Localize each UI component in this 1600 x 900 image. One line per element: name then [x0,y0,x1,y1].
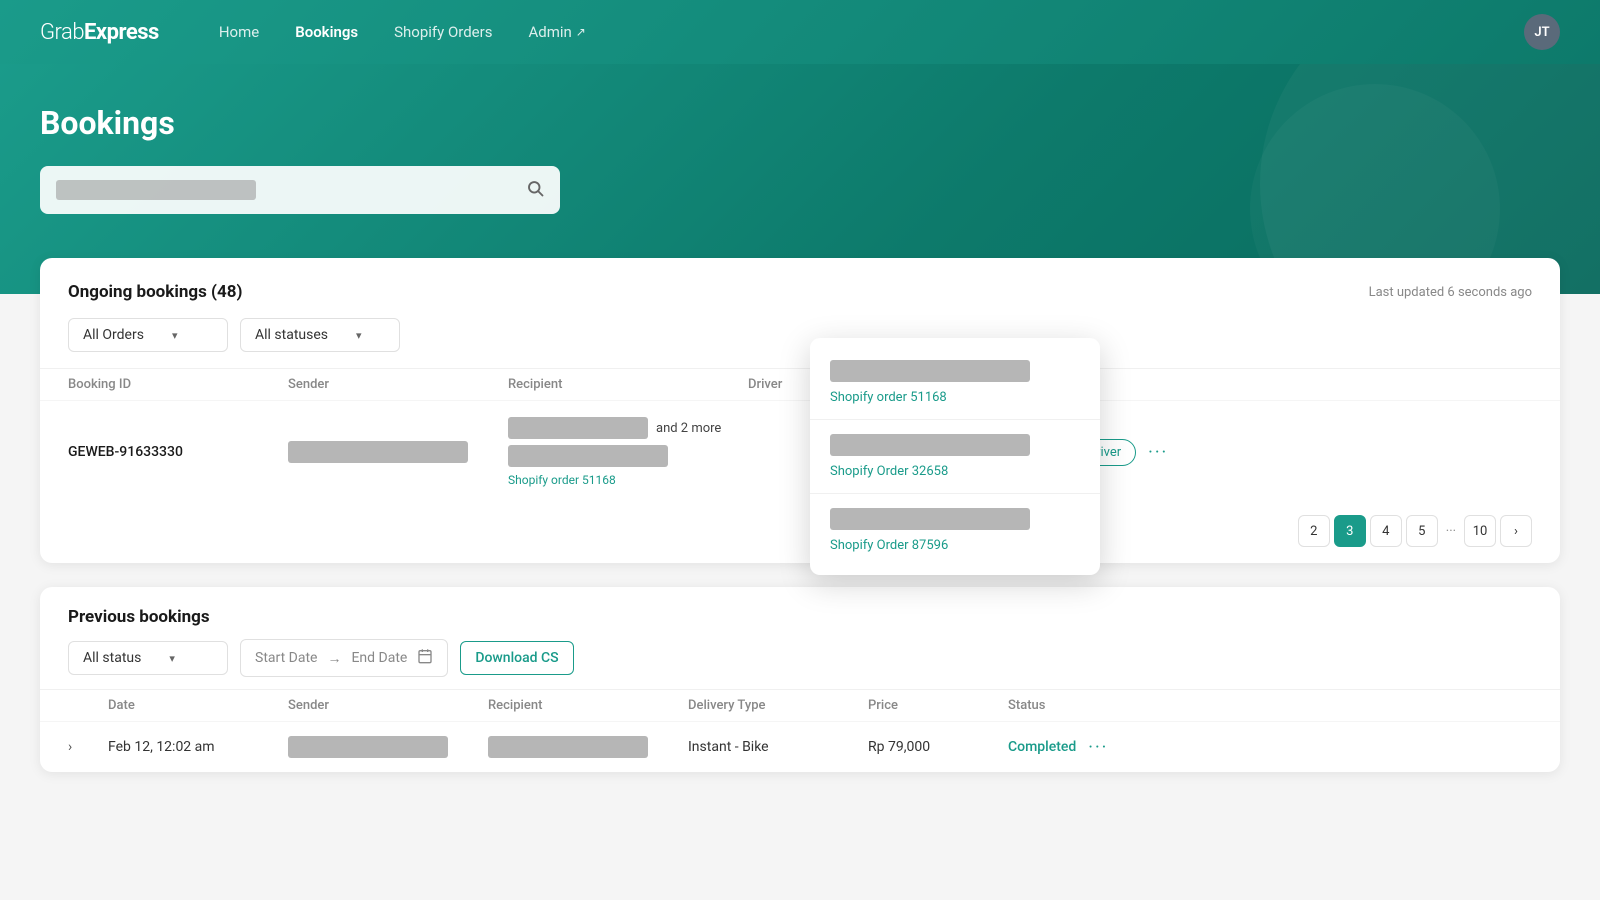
search-input-placeholder [56,180,256,200]
popup-item-2[interactable] [810,424,1100,464]
chevron-down-icon-2: ▾ [356,329,362,342]
end-date-label: End Date [351,650,407,666]
completed-status-badge: Completed [1008,739,1076,755]
popup-item-1-block [830,360,1030,382]
popup-divider-1 [810,419,1100,420]
popup-item-3[interactable] [810,498,1100,538]
all-status-filter[interactable]: All status ▾ [68,641,228,675]
date-range-picker[interactable]: Start Date → End Date [240,639,448,677]
booking-id: GEWEB-91633330 [68,444,288,460]
col-date: Date [108,698,288,713]
recipient-block-1 [508,417,648,439]
chevron-down-icon: ▾ [172,329,178,342]
download-csv-button[interactable]: Download CS [460,641,573,675]
nav-links: Home Bookings Shopify Orders Admin ↗ [219,23,1524,41]
popup-item-3-block [830,508,1030,530]
nav-bookings[interactable]: Bookings [295,23,358,41]
page-2-button[interactable]: 2 [1298,515,1330,547]
page-5-button[interactable]: 5 [1406,515,1438,547]
col-expand [68,698,108,713]
expand-row-button[interactable]: › [68,739,108,755]
col-booking-id: Booking ID [68,377,288,392]
popup-item-1[interactable] [810,350,1100,390]
col-prev-recipient: Recipient [488,698,688,713]
shopify-dropdown-popup: Shopify order 51168 Shopify Order 32658 … [810,338,1100,575]
shopify-order-link[interactable]: Shopify order 51168 [508,473,748,487]
page-4-button[interactable]: 4 [1370,515,1402,547]
pagination-ellipsis: ··· [1442,524,1460,539]
sender-block [288,441,468,463]
nav-shopify-orders[interactable]: Shopify Orders [394,23,492,41]
last-updated: Last updated 6 seconds ago [1369,285,1532,300]
popup-item-1-label[interactable]: Shopify order 51168 [810,390,1100,415]
col-delivery-type: Delivery Type [688,698,868,713]
col-prev-status: Status [1008,698,1188,713]
page-10-button[interactable]: 10 [1464,515,1496,547]
previous-bookings-card: Previous bookings All status ▾ Start Dat… [40,587,1560,772]
table-row: › Feb 12, 12:02 am Instant - Bike Rp 79,… [40,721,1560,772]
and-more-label: and 2 more [656,421,721,436]
avatar[interactable]: JT [1524,14,1560,50]
previous-table-header: Date Sender Recipient Delivery Type Pric… [40,689,1560,721]
all-statuses-filter[interactable]: All statuses ▾ [240,318,400,352]
recipient-cell: and 2 more Shopify order 51168 [508,417,748,487]
brand-name-part1: Grab [40,20,84,45]
row-date: Feb 12, 12:02 am [108,739,288,755]
previous-card-header: Previous bookings [40,587,1560,639]
more-actions-button[interactable]: ··· [1148,442,1168,463]
ongoing-table-header: Booking ID Sender Recipient Driver Price… [40,368,1560,400]
nav-home[interactable]: Home [219,23,259,41]
prev-sender-cell [288,736,488,758]
navbar: GrabExpress Home Bookings Shopify Orders… [0,0,1600,64]
col-recipient: Recipient [508,377,748,392]
previous-title: Previous bookings [68,607,210,627]
sender-cell [288,441,508,463]
external-link-icon: ↗ [576,25,586,39]
recipient-block-2 [508,445,668,467]
start-date-label: Start Date [255,650,317,666]
col-prev-price: Price [868,698,1008,713]
popup-item-2-label[interactable]: Shopify Order 32658 [810,464,1100,489]
ongoing-filters: All Orders ▾ All statuses ▾ [40,318,1560,368]
delivery-type-cell: Instant - Bike [688,739,868,755]
popup-item-2-block [830,434,1030,456]
chevron-down-icon-3: ▾ [169,652,175,665]
search-bar[interactable] [40,166,560,214]
pagination: 2 3 4 5 ··· 10 › [40,503,1560,563]
col-sender: Sender [288,377,508,392]
page-title: Bookings [40,104,1560,142]
brand-logo[interactable]: GrabExpress [40,20,159,45]
page-3-button[interactable]: 3 [1334,515,1366,547]
previous-filters: All status ▾ Start Date → End Date Downl [40,639,1560,689]
nav-admin[interactable]: Admin ↗ [528,23,585,41]
col-prev-sender: Sender [288,698,488,713]
search-icon[interactable] [526,179,544,202]
next-page-button[interactable]: › [1500,515,1532,547]
calendar-icon [417,648,433,668]
table-row: GEWEB-91633330 and 2 more Shopify order … [40,400,1560,503]
prev-status-cell: Completed ··· [1008,737,1188,758]
ongoing-title: Ongoing bookings (48) [68,282,242,302]
prev-sender-block [288,736,448,758]
prev-recipient-block [488,736,648,758]
all-orders-filter[interactable]: All Orders ▾ [68,318,228,352]
prev-price-cell: Rp 79,000 [868,739,1008,755]
main-content: Ongoing bookings (48) Last updated 6 sec… [0,258,1600,772]
ongoing-card-header: Ongoing bookings (48) Last updated 6 sec… [40,258,1560,318]
brand-name-part2: Express [84,20,159,45]
popup-item-3-label[interactable]: Shopify Order 87596 [810,538,1100,563]
date-arrow-icon: → [327,650,341,667]
prev-recipient-cell [488,736,688,758]
prev-more-actions-button[interactable]: ··· [1088,737,1108,758]
popup-divider-2 [810,493,1100,494]
ongoing-bookings-card: Ongoing bookings (48) Last updated 6 sec… [40,258,1560,563]
